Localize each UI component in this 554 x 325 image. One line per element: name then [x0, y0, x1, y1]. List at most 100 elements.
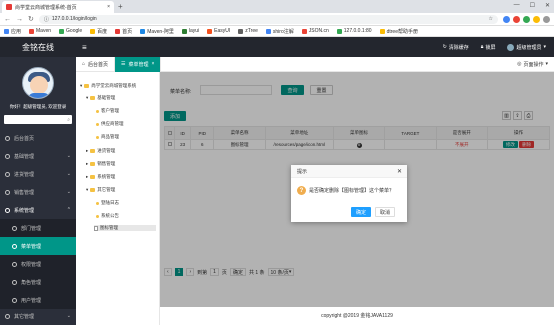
sidebar-item-dept[interactable]: 部门管理 [0, 219, 76, 237]
extension-icon[interactable] [503, 15, 510, 23]
bookmark-item[interactable]: 百度 [90, 28, 107, 35]
user-menu[interactable]: 超级管理员 ▾ [507, 43, 546, 51]
bookmark-label: 应用 [11, 28, 22, 35]
sidebar-item-label: 用户管理 [21, 297, 42, 304]
sidebar-search-input[interactable]: ⌕ [4, 115, 72, 124]
bookmark-item[interactable]: 应用 [4, 28, 21, 35]
bookmark-item[interactable]: layui [181, 28, 199, 34]
chevron-down-icon: ▾ [80, 83, 83, 88]
home-icon [5, 135, 10, 141]
reload-icon[interactable]: ↻ [28, 15, 34, 23]
bookmark-icon [115, 28, 121, 34]
dept-icon [12, 225, 17, 231]
chevron-down-icon: ⌄ [66, 313, 71, 319]
sidebar-item-permission[interactable]: 权限管理 [0, 255, 76, 273]
tree-node[interactable]: 登陆日志 [96, 200, 119, 206]
bookmark-item[interactable]: dtree帮助手册 [379, 28, 418, 35]
page-ops-dropdown[interactable]: ◎ 页面操作 ▾ [517, 61, 548, 68]
bookmark-item[interactable]: 首页 [115, 28, 132, 35]
tree-node[interactable]: ▸ 进货管理 [86, 148, 115, 154]
page-ops-label: 页面操作 [523, 61, 544, 68]
bookmark-item[interactable]: EasyUI [207, 28, 230, 34]
forward-icon[interactable]: → [16, 16, 23, 23]
browser-tab-strip: 尚学堂云商城管理系统-首页 × + — ☐ ✕ [0, 0, 554, 13]
bookmark-item[interactable]: Maven-阿里 [140, 28, 174, 35]
extension-icon[interactable] [513, 15, 520, 23]
bookmark-item[interactable]: JSON.cn [301, 28, 329, 34]
tree-node[interactable]: 供应商管理 [96, 121, 124, 127]
sidebar-item-purchase[interactable]: 进货管理 ⌄ [0, 165, 76, 183]
bookmark-icon [379, 28, 385, 34]
bookmark-item[interactable]: Maven [29, 28, 51, 34]
sidebar-item-system[interactable]: 系统管理 ⌃ [0, 201, 76, 219]
cancel-button[interactable]: 取消 [375, 207, 395, 217]
tree-node[interactable]: ▸ 销售管理 [86, 161, 115, 167]
close-icon[interactable]: × [152, 61, 155, 67]
browser-tab[interactable]: 尚学堂云商城管理系统-首页 × [2, 1, 114, 13]
lock-screen-button[interactable]: 🔒︎ 锁屏 [481, 44, 496, 51]
bookmark-item[interactable]: zTree [238, 28, 258, 34]
sidebar-item-role[interactable]: 角色管理 [0, 273, 76, 291]
tree-node[interactable]: ▸ 系统管理 [86, 174, 115, 180]
sidebar-item-label: 角色管理 [21, 279, 42, 286]
dialog-message-text: 是否确定删除【图标管理】这个菜单？ [309, 188, 395, 194]
minimize-icon[interactable]: — [514, 2, 520, 9]
hamburger-menu-icon[interactable]: ≡ [82, 43, 87, 52]
tree-node[interactable]: 系统公告 [96, 213, 119, 219]
sidebar-item-home[interactable]: 后台首页 [0, 129, 76, 147]
tree-node-label: 系统管理 [97, 174, 116, 179]
clear-cache-button[interactable]: ↻ 清除缓存 [443, 44, 469, 51]
target-icon: ◎ [517, 61, 522, 67]
profile-icon[interactable] [543, 15, 550, 23]
favicon-icon [6, 4, 12, 10]
sidebar-item-menu[interactable]: 菜单管理 [0, 237, 76, 255]
tree-node[interactable]: ▾ 基础管理 [86, 95, 115, 101]
chevron-down-icon: ⌄ [66, 189, 71, 195]
close-window-icon[interactable]: ✕ [545, 2, 550, 9]
bookmark-icon [207, 28, 213, 34]
bookmark-star-icon[interactable]: ☆ [489, 16, 493, 22]
bookmark-label: zTree [245, 28, 258, 34]
confirm-dialog: 提示 ✕ ? 是否确定删除【图标管理】这个菜单？ 确定 取消 [291, 165, 407, 222]
url-field[interactable]: ⓘ 127.0.0.1/login/login ☆ [38, 14, 498, 24]
confirm-button[interactable]: 确定 [351, 207, 371, 217]
tree-node[interactable]: ▾ 其它管理 [86, 187, 115, 193]
tab-home[interactable]: ⌂ 后台首页 [76, 56, 116, 72]
close-icon[interactable]: ✕ [397, 168, 402, 175]
tree-node-root[interactable]: ▾ 尚学堂云商城管理系统 [80, 83, 136, 89]
gear-icon [5, 153, 10, 159]
tree-node[interactable]: 商品管理 [96, 134, 119, 140]
tree-node-selected[interactable]: 图标管理 [94, 225, 156, 231]
bookmark-item[interactable]: shiro注解 [265, 28, 294, 35]
tree-node[interactable]: 客户管理 [96, 108, 119, 114]
bookmark-icon [238, 28, 244, 34]
bookmark-icon [140, 28, 146, 34]
tree-node-label: 系统公告 [101, 213, 119, 218]
folder-icon [90, 175, 96, 179]
close-tab-icon[interactable]: × [107, 4, 110, 10]
tree-node-label: 客户管理 [101, 108, 119, 113]
bookmark-item[interactable]: 127.0.0.1:80 [336, 28, 372, 34]
page-tabs: ⌂ 后台首页 ☰ 菜单管理 × ◎ 页面操作 ▾ [76, 56, 554, 72]
sidebar-item-label: 其它管理 [14, 313, 35, 320]
leaf-icon [96, 214, 99, 218]
app-header: 金铭在线 ≡ ↻ 清除缓存 🔒︎ 锁屏 超级管理员 ▾ [0, 37, 554, 57]
info-icon: ⓘ [43, 16, 49, 23]
extension-icon[interactable] [533, 15, 540, 23]
tab-menu-manage[interactable]: ☰ 菜单管理 × [115, 56, 162, 72]
sidebar-item-basic[interactable]: 基础管理 ⌄ [0, 147, 76, 165]
bookmark-item[interactable]: Google [59, 28, 82, 34]
new-tab-icon[interactable]: + [118, 2, 123, 11]
dialog-title: 提示 [297, 168, 308, 175]
maximize-icon[interactable]: ☐ [530, 2, 535, 9]
bookmark-label: Maven-阿里 [147, 28, 174, 35]
sidebar-item-label: 基础管理 [14, 153, 35, 160]
chevron-down-icon: ▾ [543, 44, 546, 50]
sidebar-item-other[interactable]: 其它管理 ⌄ [0, 307, 76, 325]
menu-tree: ▾ 尚学堂云商城管理系统 ▾ 基础管理 客户管理 供应商管理 商品管理 ▸ 进货管理 … [76, 72, 160, 325]
back-icon[interactable]: ← [4, 16, 11, 23]
search-icon[interactable]: ⌕ [67, 117, 70, 123]
bookmark-label: dtree帮助手册 [386, 28, 418, 35]
extension-icon[interactable] [523, 15, 530, 23]
sidebar-item-sales[interactable]: 销售管理 ⌄ [0, 183, 76, 201]
